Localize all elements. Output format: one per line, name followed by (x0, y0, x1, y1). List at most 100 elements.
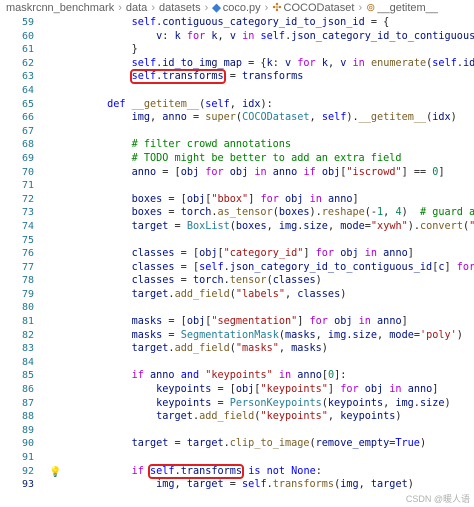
line-number: 82 (21, 329, 34, 341)
breadcrumb-item-data[interactable]: data (126, 2, 147, 14)
line-number: 91 (21, 452, 34, 463)
line-number: 81 (21, 316, 34, 328)
code-text: # TODO might be better to add an extra f… (131, 152, 402, 164)
code-line[interactable]: 75 (0, 234, 474, 248)
code-text: masks = [obj["segmentation"] for obj in … (131, 316, 408, 328)
method-symbol-icon: ⊚ (366, 2, 376, 14)
code-text: target = BoxList(boxes, img.size, mode="… (131, 220, 474, 232)
breadcrumb-item-method[interactable]: __getitem__ (377, 2, 438, 14)
line-number: 76 (21, 248, 34, 260)
breadcrumb-item-file[interactable]: coco.py (223, 2, 261, 14)
code-line[interactable]: 67 (0, 125, 474, 139)
line-number: 86 (21, 384, 34, 396)
watermark: CSDN @暖人语 (405, 494, 470, 504)
breadcrumb-item-class[interactable]: COCODataset (284, 2, 355, 14)
code-text: target.add_field("keypoints", keypoints) (156, 411, 402, 423)
code-text: classes = [obj["category_id"] for obj in… (131, 248, 414, 260)
code-line[interactable]: 77 classes = [self.json_category_id_to_c… (0, 261, 474, 275)
code-line[interactable]: 63 self.transforms = transforms (0, 69, 474, 85)
highlighted-self-transforms: self.transforms (129, 69, 226, 85)
line-number: 65 (21, 98, 34, 110)
code-line[interactable]: 60 v: k for k, v in self.json_category_i… (0, 30, 474, 44)
code-line[interactable]: 68 # filter crowd annotations (0, 138, 474, 152)
code-text: # filter crowd annotations (131, 139, 292, 151)
code-line[interactable]: 59 self.contiguous_category_id_to_json_i… (0, 16, 474, 30)
code-line[interactable]: 88 target.add_field("keypoints", keypoin… (0, 410, 474, 424)
code-line[interactable]: 84 (0, 356, 474, 370)
line-number: 68 (21, 139, 34, 151)
line-number: 90 (21, 438, 34, 450)
code-text: img, target = self.transforms(img, targe… (156, 479, 414, 491)
code-text: self.transforms = transforms (129, 69, 304, 85)
breadcrumb: maskrcnn_benchmark › data › datasets › ◆ coco.p… (0, 0, 474, 16)
line-number: 78 (21, 275, 34, 287)
code-line[interactable]: 86 keypoints = [obj["keypoints"] for obj… (0, 383, 474, 397)
line-number: 75 (21, 234, 34, 246)
line-number: 69 (21, 152, 34, 164)
line-number: 72 (21, 193, 34, 205)
code-line[interactable]: 90 target = target.clip_to_image(remove_… (0, 437, 474, 451)
line-number: 88 (21, 411, 34, 423)
breadcrumb-separator-icon: › (358, 2, 363, 14)
code-line[interactable]: 65 def __getitem__(self, idx): (0, 98, 474, 112)
code-text: classes = torch.tensor(classes) (131, 275, 322, 287)
line-number: 62 (21, 57, 34, 69)
code-text: anno = [obj for obj in anno if obj["iscr… (131, 166, 445, 178)
code-line[interactable]: 76 classes = [obj["category_id"] for obj… (0, 247, 474, 261)
code-text: self.id_to_img_map = {k: v for k, v in e… (131, 57, 474, 69)
code-text: boxes = torch.as_tensor(boxes).reshape(-… (131, 207, 474, 219)
code-line[interactable]: 71 (0, 179, 474, 193)
code-line[interactable]: 78 classes = torch.tensor(classes) (0, 274, 474, 288)
line-number: 64 (21, 84, 34, 96)
line-number: 66 (21, 112, 34, 124)
line-number: 70 (21, 166, 34, 178)
line-number: 77 (21, 261, 34, 273)
code-text: img, anno = super(COCODataset, self).__g… (131, 112, 457, 124)
code-text: if anno and "keypoints" in anno[0]: (131, 370, 347, 382)
line-number: 61 (21, 44, 34, 56)
line-number: 85 (21, 370, 34, 382)
code-line[interactable]: 66 img, anno = super(COCODataset, self).… (0, 111, 474, 125)
code-text: masks = SegmentationMask(masks, img.size… (131, 329, 463, 341)
code-text: boxes = [obj["bbox"] for obj in anno] (131, 193, 359, 205)
breadcrumb-separator-icon: › (264, 2, 269, 14)
code-text: keypoints = [obj["keypoints"] for obj in… (156, 384, 439, 396)
code-line[interactable]: 62 self.id_to_img_map = {k: v for k, v i… (0, 57, 474, 71)
code-line[interactable]: 61 } (0, 43, 474, 57)
code-line[interactable]: 85 if anno and "keypoints" in anno[0]: (0, 369, 474, 383)
line-number: 83 (21, 343, 34, 355)
code-line[interactable]: 82 masks = SegmentationMask(masks, img.s… (0, 329, 474, 343)
code-text: } (58, 44, 138, 56)
highlighted-self-transforms: self.transforms (148, 463, 245, 479)
line-number: 87 (21, 397, 34, 409)
code-line[interactable]: 74 target = BoxList(boxes, img.size, mod… (0, 220, 474, 234)
line-number: 59 (21, 17, 34, 28)
code-line[interactable]: 93 img, target = self.transforms(img, ta… (0, 478, 474, 492)
breadcrumb-item-datasets[interactable]: datasets (159, 2, 201, 14)
code-line[interactable]: 79 target.add_field("labels", classes) (0, 288, 474, 302)
code-line[interactable]: 64 (0, 84, 474, 98)
class-symbol-icon: ✣ (272, 2, 282, 14)
code-line[interactable]: 92 💡 if self.transforms is not None: (0, 463, 474, 479)
code-line[interactable]: 81 masks = [obj["segmentation"] for obj … (0, 315, 474, 329)
line-number: 60 (21, 30, 34, 42)
breadcrumb-separator-icon: › (118, 2, 122, 14)
code-line[interactable]: 72 boxes = [obj["bbox"] for obj in anno] (0, 193, 474, 207)
code-editor[interactable]: 59 self.contiguous_category_id_to_json_i… (0, 16, 474, 507)
line-number: 79 (21, 288, 34, 300)
breadcrumb-separator-icon: › (204, 2, 209, 14)
code-line[interactable]: 80 (0, 301, 474, 315)
code-line[interactable]: 87 keypoints = PersonKeypoints(keypoints… (0, 397, 474, 411)
code-text: if self.transforms is not None: (131, 463, 322, 479)
breadcrumb-item-package[interactable]: maskrcnn_benchmark (6, 2, 114, 14)
line-number: 71 (21, 180, 34, 192)
code-text: classes = [self.json_category_id_to_cont… (131, 261, 474, 273)
code-line[interactable]: 91 (0, 451, 474, 465)
code-line[interactable]: 73 boxes = torch.as_tensor(boxes).reshap… (0, 206, 474, 220)
code-text: target.add_field("labels", classes) (131, 288, 347, 300)
code-line[interactable]: 70 anno = [obj for obj in anno if obj["i… (0, 166, 474, 180)
code-line[interactable]: 89 (0, 424, 474, 438)
code-line[interactable]: 69 # TODO might be better to add an extr… (0, 152, 474, 166)
line-number: 67 (21, 125, 34, 137)
code-line[interactable]: 83 target.add_field("masks", masks) (0, 342, 474, 356)
